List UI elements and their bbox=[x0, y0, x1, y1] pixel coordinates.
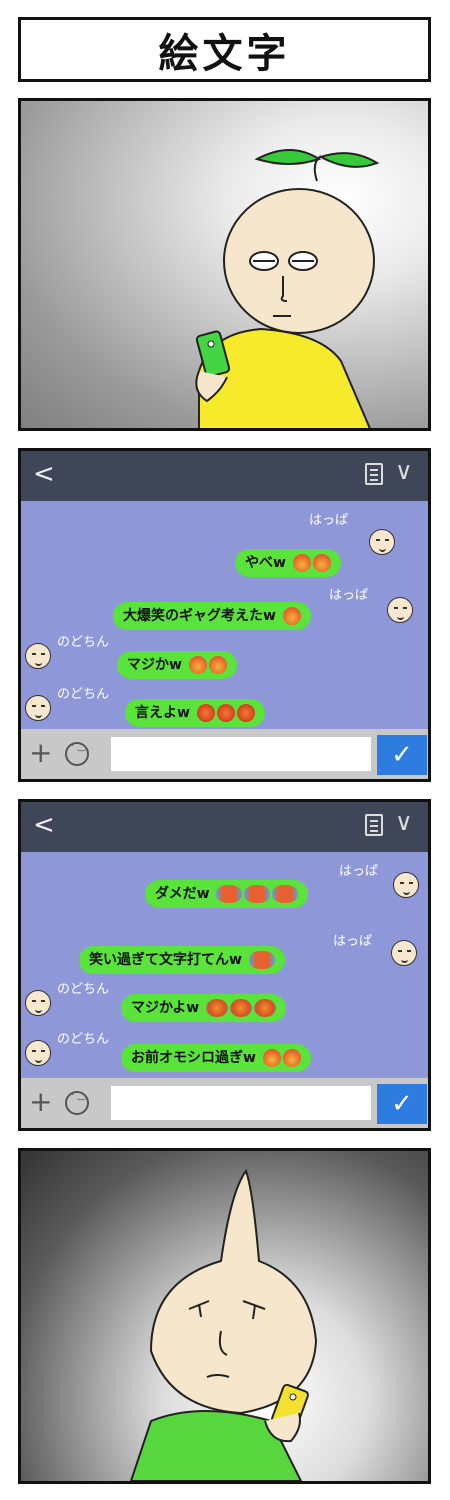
send-button[interactable]: ✓ bbox=[377, 1084, 427, 1124]
notes-icon[interactable] bbox=[365, 463, 383, 485]
leaf-icon bbox=[254, 149, 322, 165]
sender-name: はっぱ bbox=[339, 864, 379, 879]
shock-emoji bbox=[208, 656, 227, 674]
chat-bubble-right: やべw bbox=[235, 549, 341, 577]
back-button[interactable]: < bbox=[33, 459, 55, 489]
chat-bubble-left: マジかw bbox=[117, 651, 237, 679]
chat-header: < ∨ bbox=[21, 451, 428, 501]
plus-button[interactable]: + bbox=[29, 1087, 52, 1117]
emoji-picker-button[interactable] bbox=[65, 1090, 89, 1115]
grin-emoji bbox=[282, 607, 301, 625]
avatar bbox=[387, 597, 413, 623]
notes-icon[interactable] bbox=[365, 814, 383, 836]
avatar bbox=[393, 872, 419, 898]
tears-emoji bbox=[272, 885, 299, 903]
sender-name: はっぱ bbox=[329, 588, 369, 603]
avatar bbox=[369, 529, 395, 555]
comic-title-box: 絵文字 bbox=[18, 17, 431, 82]
grin-emoji bbox=[206, 999, 229, 1017]
character-head bbox=[149, 1168, 318, 1415]
sender-name: のどちん bbox=[57, 635, 110, 650]
chevron-down-icon[interactable]: ∨ bbox=[395, 808, 413, 836]
grin-emoji bbox=[230, 999, 253, 1017]
sender-name: のどちん bbox=[57, 687, 110, 702]
laugh-emoji bbox=[216, 704, 235, 722]
panel-1 bbox=[18, 98, 431, 431]
avatar bbox=[25, 1040, 51, 1066]
tears-emoji bbox=[216, 885, 243, 903]
chat-bubble-right: ダメだw bbox=[145, 880, 309, 908]
send-button[interactable]: ✓ bbox=[377, 735, 427, 775]
cry-laugh-emoji bbox=[262, 1049, 281, 1067]
chat-bubble-left: お前オモシロ過ぎw bbox=[121, 1044, 311, 1072]
emoji-picker-button[interactable] bbox=[65, 741, 89, 766]
comic-title: 絵文字 bbox=[158, 30, 291, 77]
cry-laugh-emoji bbox=[282, 1049, 301, 1067]
sender-name: はっぱ bbox=[333, 934, 373, 949]
chat-bubble-left: マジかよw bbox=[121, 994, 287, 1022]
sender-name: のどちん bbox=[57, 1032, 110, 1047]
panel-2-chat: < ∨ はっぱ やべw はっぱ 大爆笑のギャグ考えたw のどちん マジかw のど… bbox=[18, 448, 431, 782]
grin-emoji bbox=[292, 554, 311, 572]
panel-4 bbox=[18, 1148, 431, 1484]
chat-footer: + ✓ bbox=[21, 729, 428, 779]
panel-4-illustration bbox=[129, 1168, 318, 1481]
chat-bubble-right: 大爆笑のギャグ考えたw bbox=[113, 602, 311, 630]
chat-header: < ∨ bbox=[21, 802, 428, 852]
sender-name: のどちん bbox=[57, 982, 110, 997]
grin-emoji bbox=[312, 554, 331, 572]
tears-emoji bbox=[248, 951, 275, 969]
avatar bbox=[25, 643, 51, 669]
grin-emoji bbox=[254, 999, 277, 1017]
avatar bbox=[391, 940, 417, 966]
sender-name: はっぱ bbox=[309, 513, 349, 528]
avatar bbox=[25, 695, 51, 721]
chat-bubble-right: 笑い過ぎて文字打てんw bbox=[79, 946, 285, 974]
plus-button[interactable]: + bbox=[29, 738, 52, 768]
chevron-down-icon[interactable]: ∨ bbox=[395, 457, 413, 485]
shock-emoji bbox=[188, 656, 207, 674]
avatar bbox=[25, 990, 51, 1016]
panel-1-illustration bbox=[195, 149, 380, 428]
panel-3-chat: < ∨ はっぱ ダメだw はっぱ 笑い過ぎて文字打てんw のどちん マジかよw … bbox=[18, 799, 431, 1131]
back-button[interactable]: < bbox=[33, 810, 55, 840]
chat-footer: + ✓ bbox=[21, 1078, 428, 1128]
laugh-emoji bbox=[196, 704, 215, 722]
message-input[interactable] bbox=[111, 737, 371, 771]
message-input[interactable] bbox=[111, 1086, 371, 1120]
tears-emoji bbox=[244, 885, 271, 903]
chat-bubble-left: 言えよw bbox=[125, 699, 265, 727]
laugh-emoji bbox=[236, 704, 255, 722]
